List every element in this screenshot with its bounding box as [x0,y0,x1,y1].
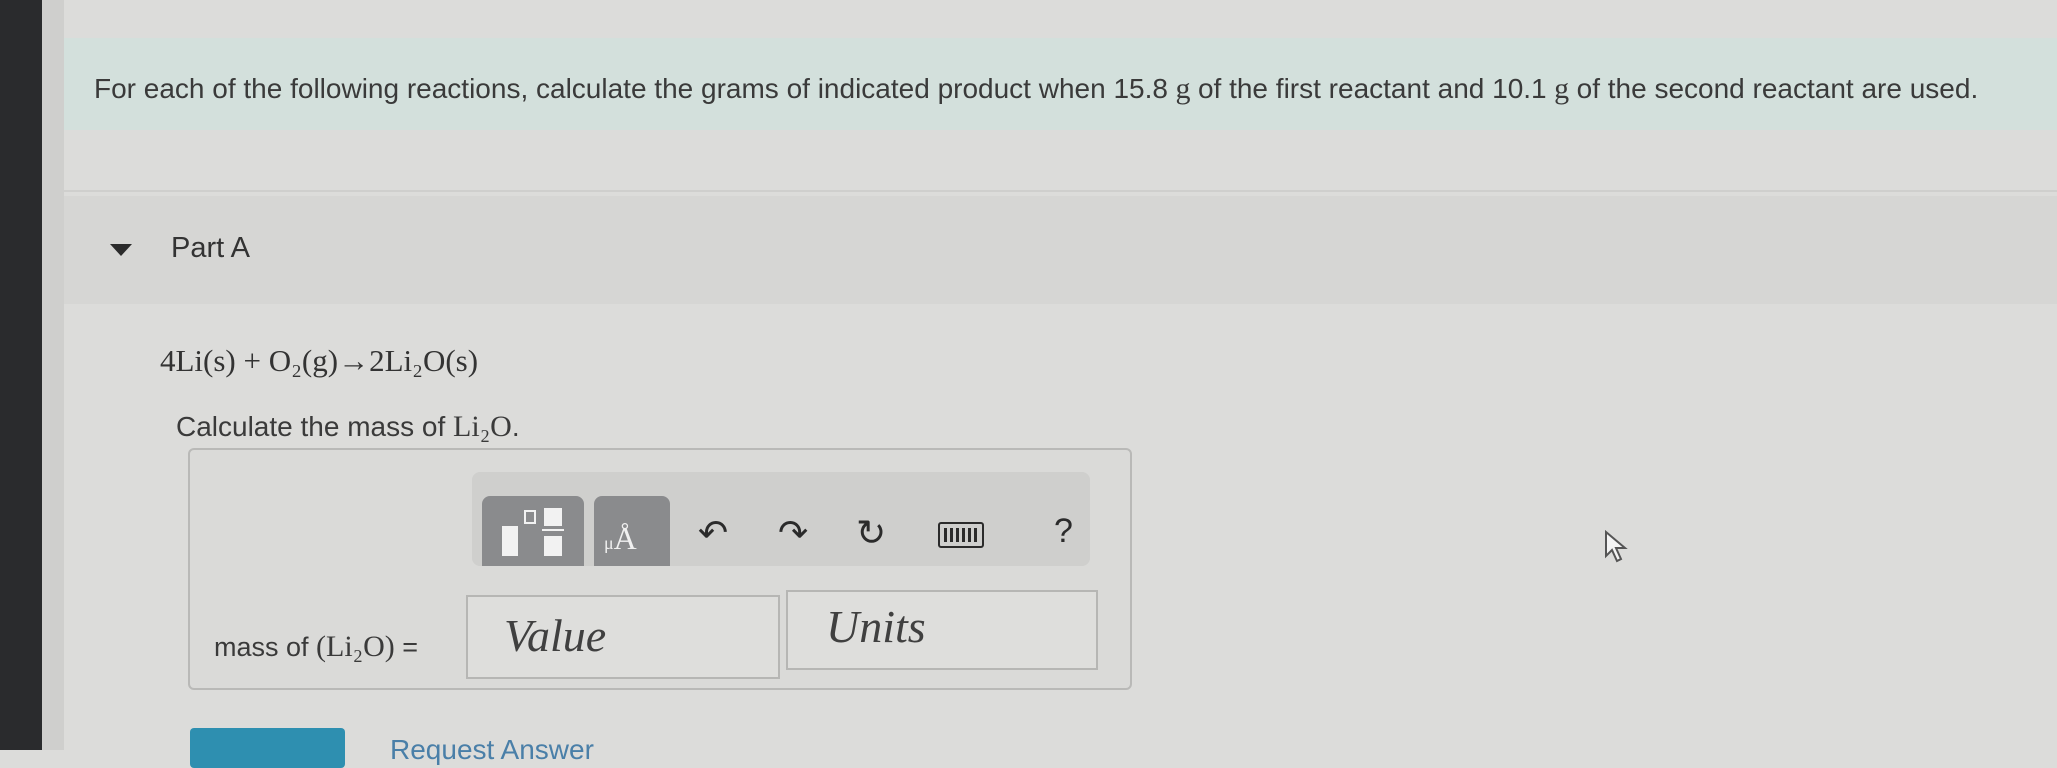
question-prompt: Calculate the mass of Li₂O. [176,410,520,444]
section-divider [64,190,2057,192]
reset-icon[interactable]: ↻ [856,512,886,554]
caret-down-icon[interactable] [110,244,132,256]
intro-text-part-3: of the second reactant are used. [1576,73,1979,104]
mass-label-formula: (Li₂O) [316,630,395,663]
keyboard-icon[interactable] [938,522,984,548]
redo-icon[interactable]: ↷ [778,512,808,554]
help-button[interactable]: ? [1054,512,1073,551]
page-margin [42,0,64,750]
intro-text: For each of the following reactions, cal… [94,72,1978,106]
prompt-formula: Li₂O [453,410,512,443]
mass-label: mass of (Li₂O) = [214,630,418,664]
answer-box: μÅ ↶ ↷ ↻ ? mass of (Li₂O) = Value Units [188,448,1132,690]
intro-text-part-1: For each of the following reactions, cal… [94,73,1168,104]
part-a-header[interactable]: Part A [64,196,2057,304]
mass-label-equals: = [394,632,419,662]
mass-label-text: mass of [214,632,317,662]
value-input[interactable]: Value [466,595,780,679]
intro-text-part-2: of the first reactant and 10.1 [1197,73,1547,104]
intro-unit-1: g [1167,72,1198,105]
mouse-cursor-icon [1605,530,1628,563]
request-answer-link[interactable]: Request Answer [390,734,594,766]
units-angstrom-icon: μÅ [604,520,637,556]
templates-button[interactable] [482,496,584,566]
units-input[interactable]: Units [786,590,1098,670]
prompt-text: Calculate the mass of [176,411,454,442]
part-title: Part A [171,232,250,264]
prompt-end: . [511,411,520,442]
screen-bezel [0,0,42,750]
intro-unit-2: g [1546,72,1577,105]
intro-banner: For each of the following reactions, cal… [64,38,2057,130]
math-toolbar: μÅ ↶ ↷ ↻ ? [472,472,1090,566]
reaction-equation: 4Li(s) + O₂(g)→2Li₂O(s) [160,343,479,378]
units-button[interactable]: μÅ [594,496,670,566]
submit-button[interactable] [190,728,345,768]
undo-icon[interactable]: ↶ [698,512,728,554]
